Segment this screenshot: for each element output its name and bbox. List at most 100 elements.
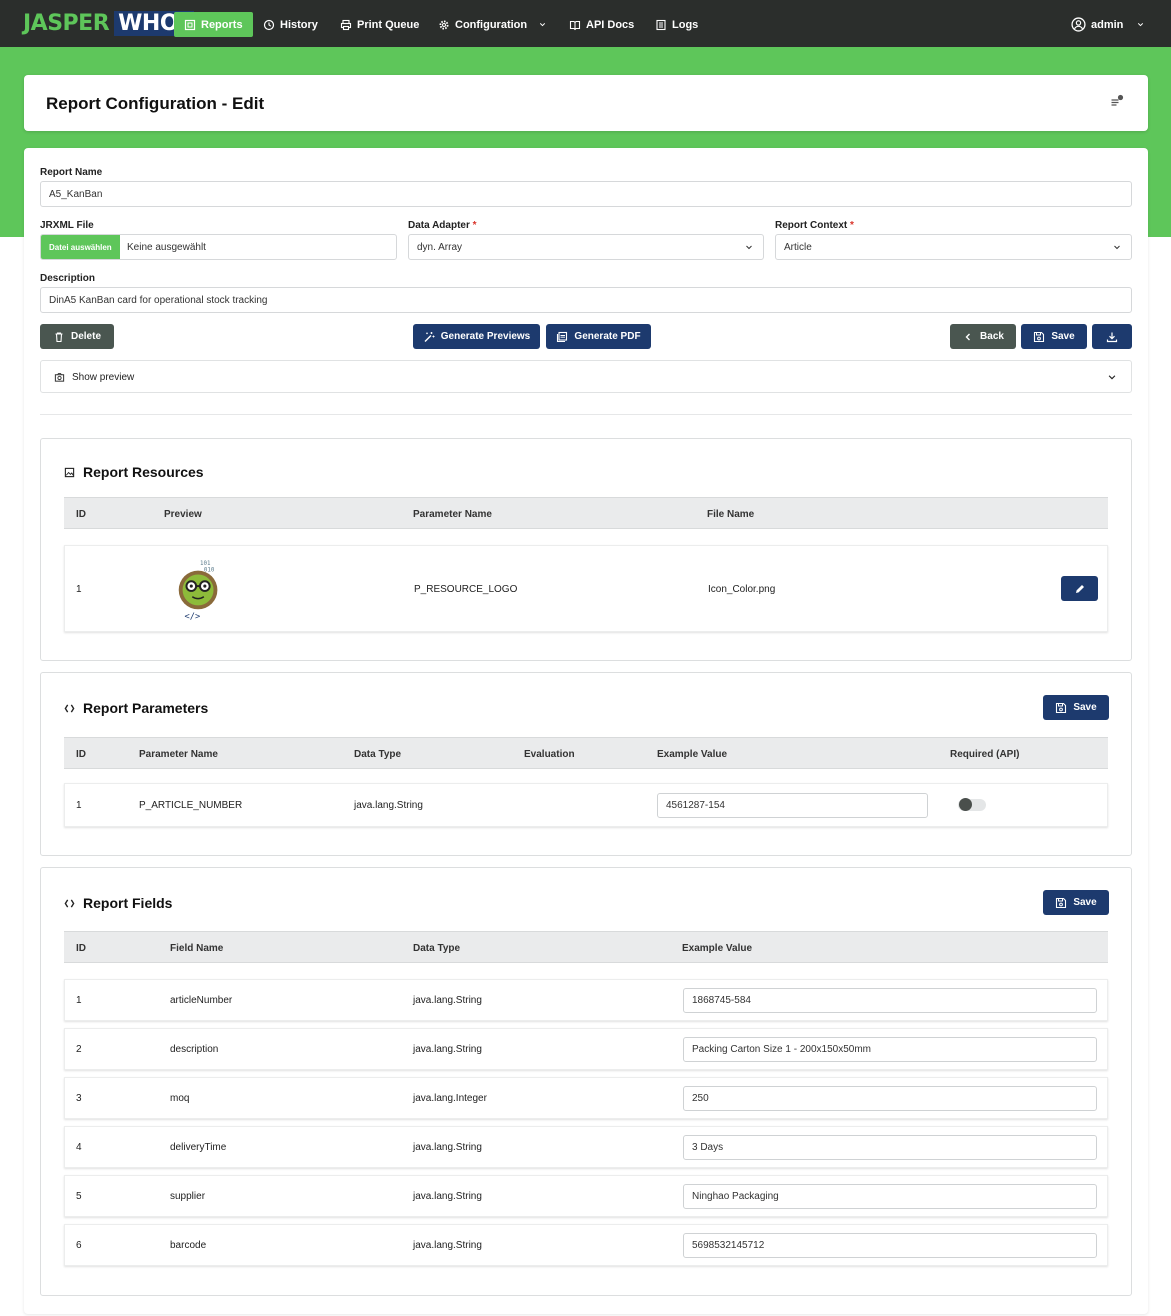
col-field-name: Field Name <box>170 943 224 954</box>
printer-icon <box>340 19 352 30</box>
kiwi-logo-image: 101 010 </> <box>178 561 218 622</box>
field-name: deliveryTime <box>170 1142 227 1153</box>
generate-previews-button[interactable]: Generate Previews <box>413 324 540 349</box>
col-preview: Preview <box>164 509 202 520</box>
chevron-down-icon <box>1114 245 1120 250</box>
field-id: 4 <box>76 1142 82 1153</box>
field-id: 2 <box>76 1044 82 1055</box>
user-menu[interactable]: admin <box>1061 12 1155 37</box>
table-row: 3 moq java.lang.Integer 250 <box>64 1077 1108 1119</box>
col-data-type: Data Type <box>413 943 461 954</box>
field-example-input[interactable]: 3 Days <box>683 1135 1097 1160</box>
book-icon <box>569 20 581 30</box>
report-fields-title: Report Fields <box>83 895 173 911</box>
report-context-value: Article <box>784 241 812 253</box>
resource-id: 1 <box>76 584 82 595</box>
floppy-disk-icon <box>1056 897 1067 908</box>
nav-print-queue[interactable]: Print Queue <box>330 12 429 37</box>
field-id: 1 <box>76 995 82 1006</box>
divider <box>40 414 1132 415</box>
report-context-label: Report Context * <box>775 220 854 231</box>
title-card: Report Configuration - Edit <box>24 75 1148 131</box>
edit-resource-button[interactable] <box>1061 576 1098 601</box>
nav-history[interactable]: History <box>253 12 328 37</box>
field-example-input[interactable]: 5698532145712 <box>683 1233 1097 1258</box>
field-example-input[interactable]: Packing Carton Size 1 - 200x150x50mm <box>683 1037 1097 1062</box>
generate-pdf-button[interactable]: Generate PDF <box>546 324 651 349</box>
field-example-input[interactable]: 1868745-584 <box>683 988 1097 1013</box>
field-data-type: java.lang.Integer <box>413 1093 487 1104</box>
floppy-disk-icon <box>1034 331 1045 342</box>
col-parameter-name: Parameter Name <box>413 509 492 520</box>
field-data-type: java.lang.String <box>413 1191 482 1202</box>
magic-wand-icon <box>424 331 435 342</box>
report-context-select[interactable]: Article <box>775 234 1132 260</box>
field-data-type: java.lang.String <box>413 1240 482 1251</box>
nav-print-queue-label: Print Queue <box>357 18 420 31</box>
nav-configuration[interactable]: Configuration <box>428 12 557 37</box>
col-file-name: File Name <box>707 509 755 520</box>
field-example-input[interactable]: Ninghao Packaging <box>683 1184 1097 1209</box>
pdf-icon <box>557 331 568 342</box>
app-logo[interactable]: JASPER WHO? <box>23 9 195 37</box>
data-adapter-value: dyn. Array <box>417 241 463 253</box>
field-data-type: java.lang.String <box>413 1044 482 1055</box>
pencil-icon <box>1075 584 1084 593</box>
col-example-value: Example Value <box>657 749 728 760</box>
parameter-name: P_ARTICLE_NUMBER <box>139 800 243 811</box>
field-example-input[interactable]: 250 <box>683 1086 1097 1111</box>
field-name: moq <box>170 1093 190 1104</box>
table-row: 1 P_ARTICLE_NUMBER java.lang.String 4561… <box>64 783 1108 827</box>
jrxml-file-input[interactable]: Datei auswählen Keine ausgewählt <box>40 234 397 260</box>
field-name: articleNumber <box>170 995 233 1006</box>
field-example-value: 5698532145712 <box>692 1240 765 1251</box>
col-data-type: Data Type <box>354 749 402 760</box>
report-name-value: A5_KanBan <box>49 188 103 200</box>
nav-reports[interactable]: Reports <box>174 12 253 37</box>
col-id: ID <box>76 509 86 520</box>
field-example-value: Ninghao Packaging <box>692 1191 779 1202</box>
nav-logs[interactable]: Logs <box>645 12 708 37</box>
description-value: DinA5 KanBan card for operational stock … <box>49 294 268 306</box>
camera-icon <box>54 373 65 382</box>
generate-pdf-label: Generate PDF <box>574 331 641 342</box>
download-button[interactable] <box>1092 324 1132 349</box>
choose-file-button[interactable]: Datei auswählen <box>41 235 120 259</box>
field-example-value: 250 <box>692 1093 709 1104</box>
field-example-value: 1868745-584 <box>692 995 751 1006</box>
description-input[interactable]: DinA5 KanBan card for operational stock … <box>40 287 1132 313</box>
save-parameters-button[interactable]: Save <box>1043 695 1109 720</box>
field-id: 3 <box>76 1093 82 1104</box>
show-preview-accordion[interactable]: Show preview <box>40 360 1132 393</box>
report-fields-heading: Report Fields <box>64 895 172 911</box>
report-name-input[interactable]: A5_KanBan <box>40 181 1132 207</box>
info-list-icon[interactable] <box>1110 94 1124 108</box>
save-parameters-label: Save <box>1073 702 1097 713</box>
show-preview-label: Show preview <box>72 372 135 383</box>
field-id: 6 <box>76 1240 82 1251</box>
user-circle-icon <box>1071 17 1086 32</box>
download-icon <box>1106 332 1118 342</box>
required-api-toggle[interactable] <box>958 798 986 811</box>
code-braces-icon <box>64 703 75 713</box>
chevron-down-icon <box>540 23 546 27</box>
nav-api-docs-label: API Docs <box>586 18 635 31</box>
save-fields-button[interactable]: Save <box>1043 890 1109 915</box>
chevron-down-icon <box>1108 375 1116 380</box>
table-row: 1 101 010 </> P_RESOURCE_LOGO Icon_Color… <box>64 545 1108 632</box>
col-id: ID <box>76 943 86 954</box>
save-button-label: Save <box>1051 331 1075 342</box>
delete-button[interactable]: Delete <box>40 324 114 349</box>
logo-part1: JASPER <box>23 10 110 36</box>
chevron-left-icon <box>965 333 971 340</box>
data-adapter-select[interactable]: dyn. Array <box>408 234 764 260</box>
user-name: admin <box>1091 18 1124 31</box>
parameter-example-input[interactable]: 4561287-154 <box>657 793 928 818</box>
nav-api-docs[interactable]: API Docs <box>559 12 644 37</box>
nav-reports-label: Reports <box>201 18 243 31</box>
save-button[interactable]: Save <box>1021 324 1087 349</box>
field-data-type: java.lang.String <box>413 1142 482 1153</box>
back-button[interactable]: Back <box>950 324 1016 349</box>
required-marker: * <box>850 220 854 231</box>
floppy-disk-icon <box>1056 702 1067 713</box>
